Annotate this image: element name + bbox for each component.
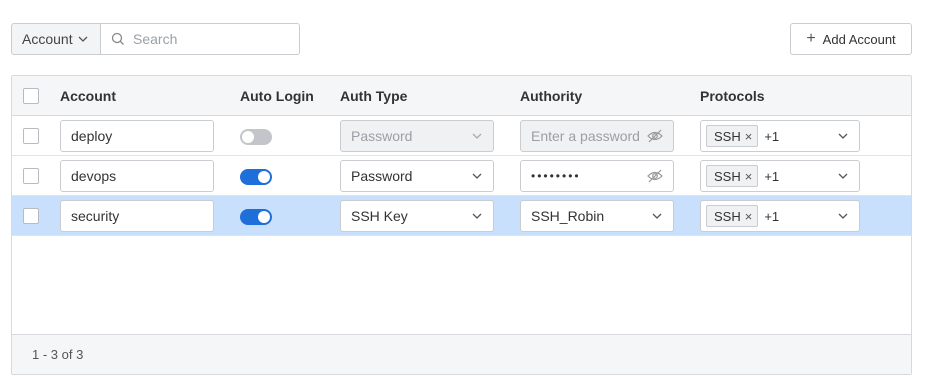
authority-key-value: SSH_Robin: [531, 208, 605, 224]
column-header-protocols: Protocols: [700, 88, 765, 104]
pagination-summary: 1 - 3 of 3: [32, 347, 84, 362]
protocols-select[interactable]: SSH × +1: [700, 120, 860, 152]
auth-type-select[interactable]: Password: [340, 120, 494, 152]
chevron-down-icon: [471, 130, 483, 142]
filter-field-label: Account: [22, 31, 73, 47]
table-footer: 1 - 3 of 3: [12, 334, 911, 374]
chevron-down-icon: [471, 170, 483, 182]
filter-field-select[interactable]: Account: [11, 23, 101, 55]
table-row[interactable]: deploy Password Enter a password SSH × +1: [12, 116, 911, 156]
chevron-down-icon: [837, 170, 849, 182]
chevron-down-icon: [651, 210, 663, 222]
toggle-knob: [258, 171, 270, 183]
protocol-tag-label: SSH: [714, 168, 741, 184]
authority-password-field[interactable]: Enter a password: [520, 120, 674, 152]
account-name-input[interactable]: devops: [60, 160, 214, 192]
plus-icon: +: [806, 30, 816, 47]
protocols-select[interactable]: SSH × +1: [700, 160, 860, 192]
eye-off-icon[interactable]: [647, 169, 663, 183]
auth-type-select[interactable]: Password: [340, 160, 494, 192]
search-icon: [111, 32, 125, 46]
add-account-label: Add Account: [822, 31, 896, 47]
chevron-down-icon: [77, 33, 89, 45]
protocol-more-count: +1: [764, 168, 780, 184]
table-row[interactable]: devops Password •••••••• SSH × +1: [12, 156, 911, 196]
close-icon[interactable]: ×: [745, 169, 753, 184]
auto-login-toggle[interactable]: [240, 129, 272, 145]
column-header-auto-login: Auto Login: [240, 88, 314, 104]
protocol-tag: SSH ×: [706, 205, 759, 227]
row-checkbox[interactable]: [23, 168, 39, 184]
chevron-down-icon: [837, 130, 849, 142]
search-input[interactable]: [131, 30, 291, 48]
account-name-input[interactable]: deploy: [60, 120, 214, 152]
toggle-knob: [258, 211, 270, 223]
protocol-tag-label: SSH: [714, 208, 741, 224]
close-icon[interactable]: ×: [745, 209, 753, 224]
authority-password-value: ••••••••: [531, 169, 581, 183]
search-box[interactable]: [100, 23, 300, 55]
close-icon[interactable]: ×: [745, 129, 753, 144]
toggle-knob: [242, 131, 254, 143]
protocol-more-count: +1: [764, 128, 780, 144]
chevron-down-icon: [471, 210, 483, 222]
protocol-tag: SSH ×: [706, 165, 759, 187]
select-all-checkbox[interactable]: [23, 88, 39, 104]
authority-key-select[interactable]: SSH_Robin: [520, 200, 674, 232]
auto-login-toggle[interactable]: [240, 169, 272, 185]
auth-type-select[interactable]: SSH Key: [340, 200, 494, 232]
auth-type-value: SSH Key: [351, 208, 408, 224]
protocol-more-count: +1: [764, 208, 780, 224]
table-row[interactable]: security SSH Key SSH_Robin SSH × +1: [12, 196, 911, 236]
row-checkbox[interactable]: [23, 128, 39, 144]
protocols-select[interactable]: SSH × +1: [700, 200, 860, 232]
auto-login-toggle[interactable]: [240, 209, 272, 225]
authority-password-field[interactable]: ••••••••: [520, 160, 674, 192]
account-name-input[interactable]: security: [60, 200, 214, 232]
protocol-tag-label: SSH: [714, 128, 741, 144]
accounts-table: Account Auto Login Auth Type Authority P…: [11, 75, 912, 375]
column-header-account: Account: [60, 88, 116, 104]
column-header-authority: Authority: [520, 88, 583, 104]
auth-type-value: Password: [351, 168, 413, 184]
eye-off-icon[interactable]: [647, 129, 663, 143]
protocol-tag: SSH ×: [706, 125, 759, 147]
authority-placeholder: Enter a password: [531, 128, 640, 144]
chevron-down-icon: [837, 210, 849, 222]
table-header: Account Auto Login Auth Type Authority P…: [12, 76, 911, 116]
auth-type-value: Password: [351, 128, 413, 144]
add-account-button[interactable]: + Add Account: [790, 23, 912, 55]
row-checkbox[interactable]: [23, 208, 39, 224]
column-header-auth-type: Auth Type: [340, 88, 408, 104]
